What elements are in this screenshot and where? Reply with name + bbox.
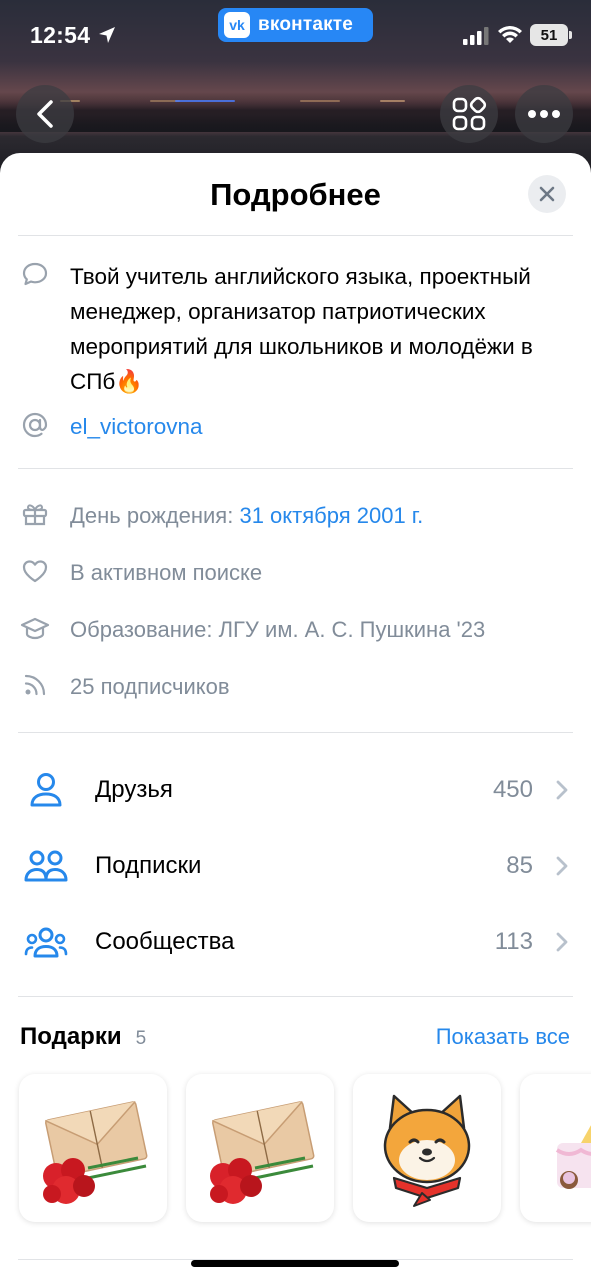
gift-item[interactable] (353, 1074, 501, 1222)
nickname-row[interactable]: el_victorovna (18, 410, 578, 443)
envelope-carnations-icon (210, 1100, 315, 1204)
battery-indicator: 51 (530, 24, 572, 46)
status-bar: 12:54 vk вконтакте 51 (0, 0, 591, 70)
wifi-icon (498, 26, 522, 43)
rss-feed-icon (18, 668, 52, 702)
communities-icon (24, 920, 68, 964)
chevron-left-icon (37, 100, 53, 128)
person-icon (24, 768, 68, 812)
friends-row[interactable]: Друзья 450 (24, 760, 569, 820)
graduation-cap-icon (18, 611, 52, 645)
cake-gift-icon (555, 1125, 591, 1189)
chevron-right-icon (555, 779, 569, 801)
subscriptions-row[interactable]: Подписки 85 (24, 836, 569, 896)
communities-count: 113 (494, 928, 533, 955)
gift-item[interactable] (186, 1074, 334, 1222)
shiba-dog-sticker-icon (383, 1094, 471, 1207)
app-badge[interactable]: vk вконтакте (218, 8, 373, 42)
divider (18, 235, 573, 236)
gifts-header: Подарки 5 Показать все (20, 1023, 570, 1059)
status-time: 12:54 (30, 22, 91, 48)
divider (18, 996, 573, 997)
communities-label: Сообщества (95, 928, 235, 955)
envelope-carnations-icon (43, 1100, 148, 1204)
birthday-label: День рождения: (70, 503, 240, 528)
cellular-signal-icon (463, 27, 489, 45)
people-icon (24, 844, 68, 888)
followers-text: 25 подписчиков (70, 674, 230, 699)
subscriptions-label: Подписки (95, 852, 202, 879)
gift-item[interactable] (520, 1074, 591, 1222)
followers-row[interactable]: 25 подписчиков (18, 670, 578, 703)
status-row: Твой учитель английского языка, проектны… (18, 259, 578, 399)
birthday-date-link[interactable]: 31 октября 2001 г. (239, 503, 423, 528)
location-arrow-icon (99, 27, 115, 43)
back-button[interactable] (16, 85, 74, 143)
chevron-right-icon (555, 931, 569, 953)
sheet-title: Подробнее (210, 177, 381, 212)
education-text: Образование: ЛГУ им. А. С. Пушкина '23 (70, 617, 486, 642)
more-button[interactable] (515, 85, 573, 143)
app-badge-label: вконтакте (258, 14, 354, 35)
at-sign-icon (18, 408, 52, 442)
relationship-row: В активном поиске (18, 556, 578, 589)
heart-icon (18, 554, 52, 588)
show-all-gifts-link[interactable]: Показать все (436, 1024, 570, 1050)
home-indicator[interactable] (191, 1260, 399, 1267)
gifts-title: Подарки (20, 1023, 122, 1050)
chevron-right-icon (555, 855, 569, 877)
subscriptions-count: 85 (506, 852, 533, 879)
friends-count: 450 (492, 776, 533, 803)
nickname-link[interactable]: el_victorovna (70, 410, 203, 443)
relationship-text: В активном поиске (70, 560, 263, 585)
birthday-row: День рождения: 31 октября 2001 г. (18, 499, 578, 532)
apps-grid-icon (452, 96, 487, 131)
divider (18, 468, 573, 469)
education-row: Образование: ЛГУ им. А. С. Пушкина '23 (18, 613, 578, 646)
vk-logo-icon: vk (224, 12, 250, 38)
speech-bubble-icon (18, 257, 52, 291)
gift-icon (18, 497, 52, 531)
close-icon (539, 186, 555, 202)
cover-city-lights (0, 100, 591, 110)
friends-label: Друзья (95, 776, 173, 803)
cover-skyline (0, 92, 591, 132)
more-dots-icon (528, 110, 560, 118)
divider (18, 732, 573, 733)
services-button[interactable] (440, 85, 498, 143)
birthday-text: День рождения: 31 октября 2001 г. (70, 499, 423, 532)
communities-row[interactable]: Сообщества 113 (24, 912, 569, 972)
close-button[interactable] (528, 175, 566, 213)
profile-status-text: Твой учитель английского языка, проектны… (70, 264, 533, 394)
gift-item[interactable] (19, 1074, 167, 1222)
gifts-count: 5 (135, 1028, 147, 1049)
details-sheet: Подробнее Твой учитель английского языка… (0, 153, 591, 1280)
